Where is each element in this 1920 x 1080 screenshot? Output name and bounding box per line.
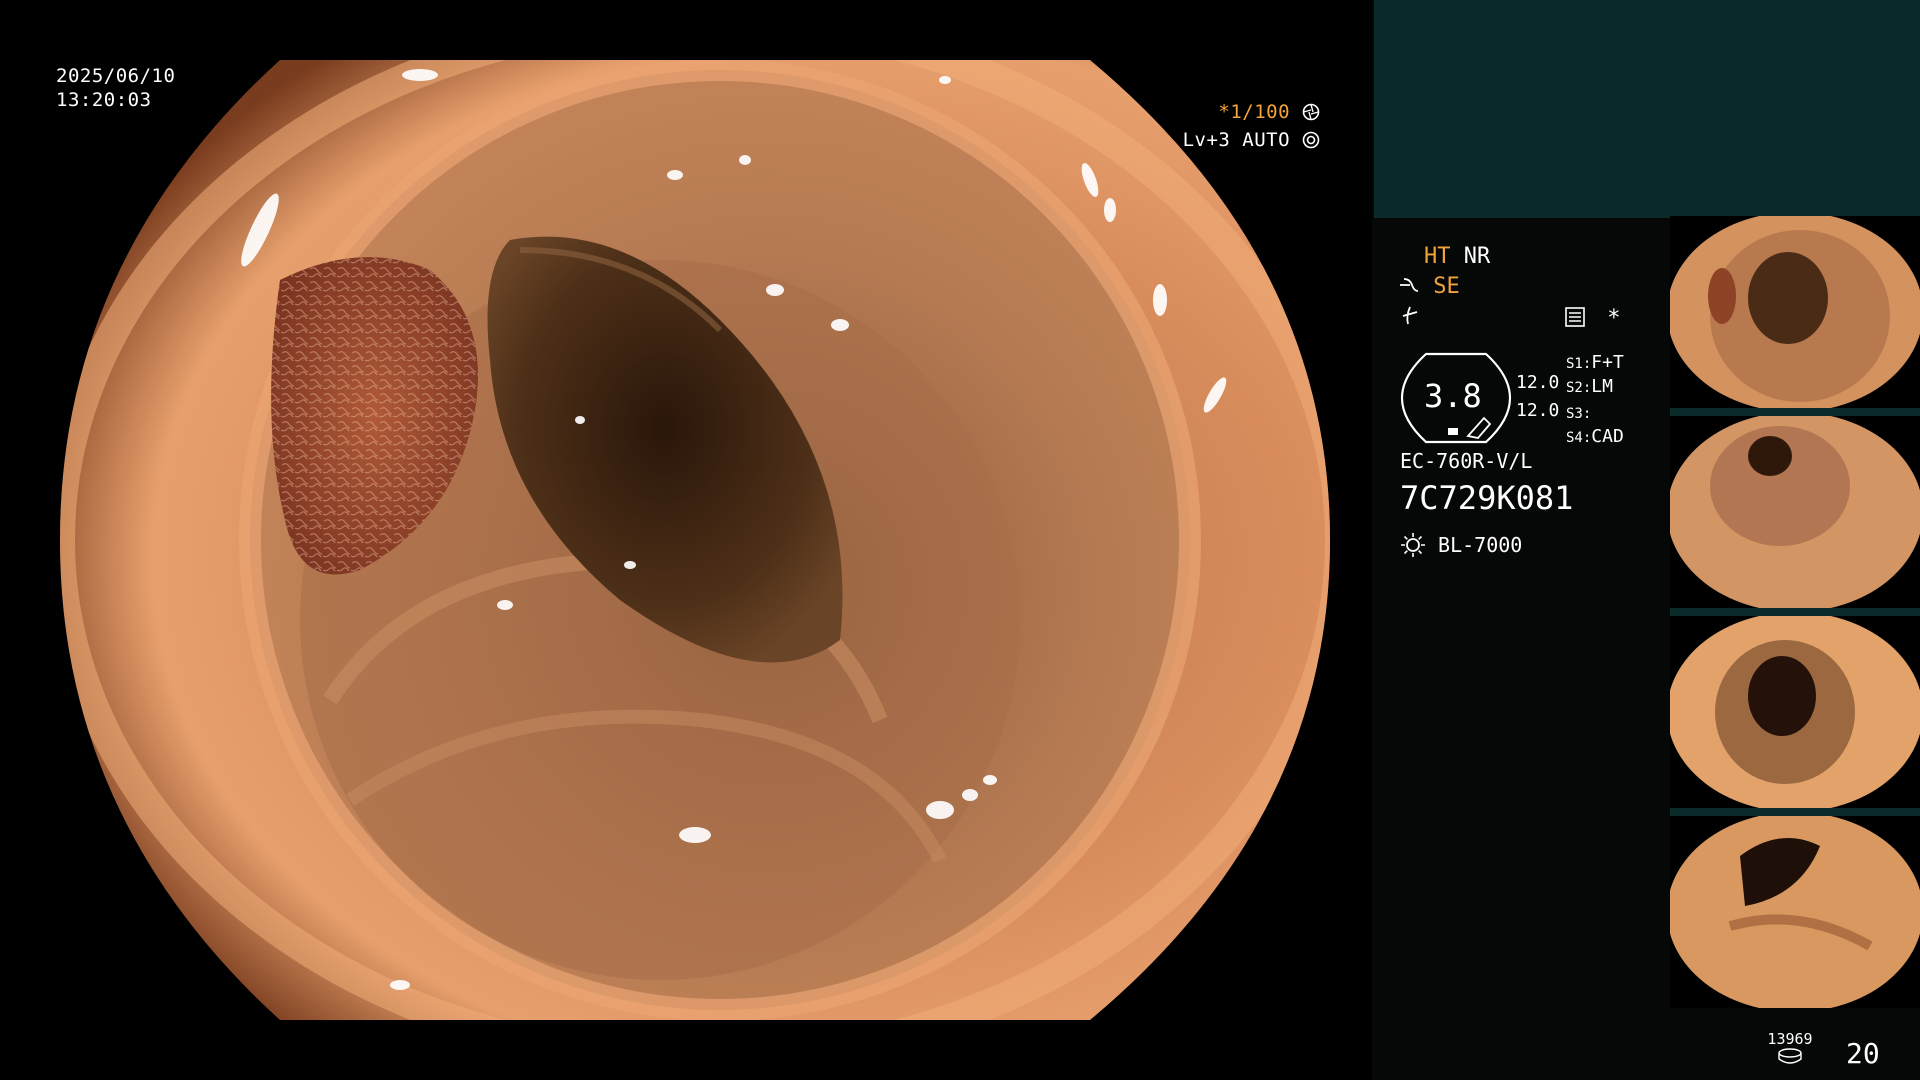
structure-enhance-row: SE [1398,274,1460,300]
iris-readout: Lv+3 AUTO [1130,128,1320,152]
thumbnail-3 [1670,616,1920,808]
thumbnail-1 [1670,216,1920,408]
edge-enhance-icon [1402,306,1418,325]
exam-time: 13:20:03 [56,89,152,111]
light-source-name: BL-7000 [1438,533,1523,557]
mode-se: SE [1433,274,1460,299]
thumbnail-2 [1670,416,1920,608]
colon-lumen-image [60,60,1330,1020]
mode-nr: NR [1463,244,1491,269]
storage-disk-icon [1778,1048,1802,1064]
thumbnail-image[interactable] [1670,816,1920,1008]
switch-s1-key: S1: [1566,356,1592,372]
switch-s1-value: F+T [1591,352,1624,373]
thumbnail-image[interactable] [1670,216,1920,408]
shutter-readout: *1/100 [1130,100,1320,124]
light-source-row: BL-7000 [1400,532,1522,558]
switch-s2-key: S2: [1566,380,1592,396]
thumbnail-image[interactable] [1670,416,1920,608]
iris-value: Lv+3 AUTO [1182,129,1291,151]
switch-s4-value: CAD [1591,426,1624,447]
light-source-icon [1401,533,1425,557]
thumbnail-image[interactable] [1670,616,1920,808]
mode-indicators: HT NR [1424,244,1490,270]
settings-panel-icon [1565,307,1585,327]
thumbnail-4 [1670,816,1920,1008]
scope-model: EC-760R-V/L [1400,449,1533,473]
scope-bend-icon [1400,278,1419,292]
edge-enhance-row [1400,304,1420,333]
gauge-left-top: 12.0 [1516,372,1560,393]
image-count: 20 [1846,1037,1880,1070]
gauge-value: 3.8 [1424,377,1482,415]
switch-s3: S3: [1566,402,1591,425]
asterisk-indicator: * [1607,306,1621,331]
scope-info-panel: HT NR SE * 3.8 12.0 12.0 S1:F+T S2:LM S3… [1380,218,1670,1080]
switch-s2: S2:LM [1566,376,1613,399]
storage-count: 13969 [1767,1030,1813,1048]
shutter-value: *1/100 [1218,101,1291,123]
endoscope-live-view: 2025/06/10 13:20:03 *1/100 Lv+3 AUTO [0,0,1372,1080]
storage-counter: 13969 [1762,1030,1818,1068]
mode-ht: HT [1424,244,1451,269]
switch-s4-key: S4: [1566,430,1592,446]
switch-s4: S4:CAD [1566,426,1624,449]
side-panel-header-area [1374,0,1920,218]
gauge-left-bottom: 12.0 [1516,400,1560,421]
switch-s2-value: LM [1591,376,1613,397]
iris-icon [1302,131,1320,149]
shutter-icon [1302,103,1320,121]
settings-row: * [1564,306,1621,332]
switch-s3-key: S3: [1566,406,1592,422]
scope-serial: 7C729K081 [1400,479,1574,517]
exam-date: 2025/06/10 [56,65,176,87]
captured-images-list [1670,216,1920,1016]
switch-s1: S1:F+T [1566,352,1624,375]
